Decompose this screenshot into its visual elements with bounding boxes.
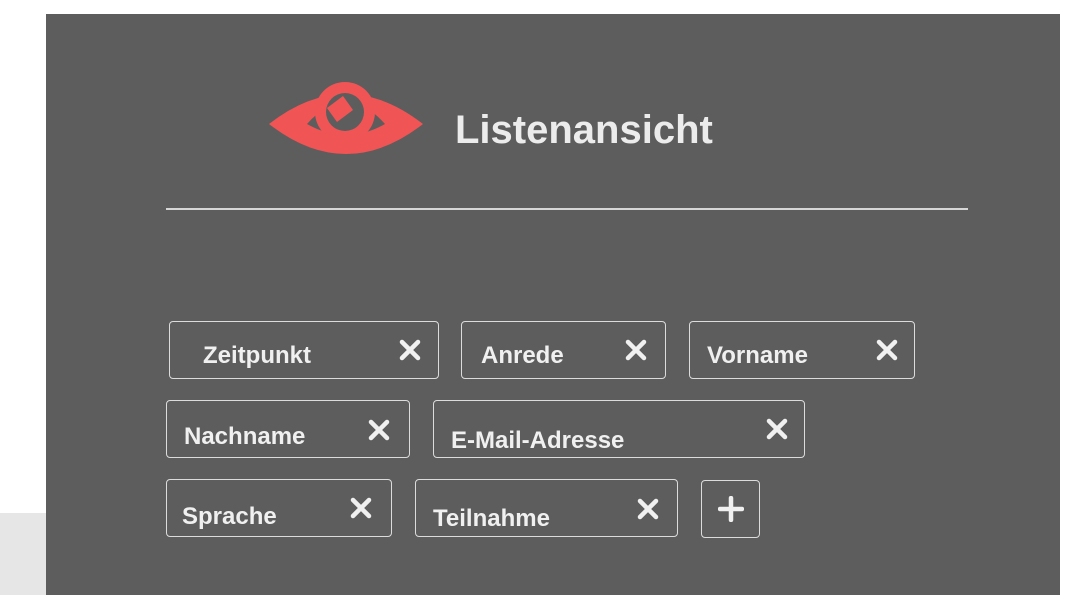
remove-icon[interactable] <box>350 497 372 519</box>
remove-icon[interactable] <box>637 498 659 520</box>
page-title: Listenansicht <box>455 108 713 152</box>
chip-label: Anrede <box>481 342 564 369</box>
remove-icon[interactable] <box>399 339 421 361</box>
column-chip-anrede[interactable]: Anrede <box>461 321 666 379</box>
column-chip-vorname[interactable]: Vorname <box>689 321 915 379</box>
plus-icon <box>718 496 744 522</box>
remove-icon[interactable] <box>766 418 788 440</box>
remove-icon[interactable] <box>368 419 390 441</box>
divider <box>166 208 968 210</box>
column-chip-teilnahme[interactable]: Teilnahme <box>415 479 678 537</box>
chip-label: Zeitpunkt <box>203 342 311 369</box>
column-chip-zeitpunkt[interactable]: Zeitpunkt <box>169 321 439 379</box>
column-chip-e-mail-adresse[interactable]: E-Mail-Adresse <box>433 400 805 458</box>
chip-label: E-Mail-Adresse <box>451 427 625 454</box>
chip-label: Teilnahme <box>433 505 550 532</box>
column-chip-sprache[interactable]: Sprache <box>166 479 392 537</box>
add-column-button[interactable] <box>701 480 760 538</box>
chip-label: Vorname <box>707 342 808 369</box>
chip-label: Nachname <box>184 423 306 450</box>
eye-icon <box>269 82 423 154</box>
chip-label: Sprache <box>182 503 277 530</box>
remove-icon[interactable] <box>625 339 647 361</box>
remove-icon[interactable] <box>876 339 898 361</box>
column-chip-nachname[interactable]: Nachname <box>166 400 410 458</box>
